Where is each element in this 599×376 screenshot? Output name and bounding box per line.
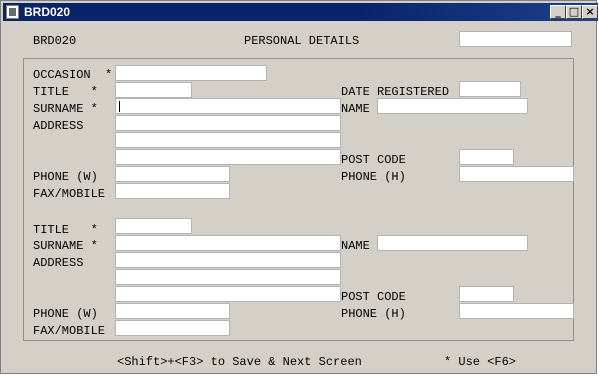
fax-2-label: FAX/MOBILE [33,324,106,338]
fax-2-field[interactable] [115,320,230,336]
address-label: ADDRESS [33,119,84,133]
post-code-field[interactable] [459,149,514,165]
occasion-field[interactable] [115,65,267,81]
address-2-line-2-field[interactable] [115,269,341,285]
phone-w-2-field[interactable] [115,303,230,319]
phone-w-field[interactable] [115,166,230,182]
surname-label: SURNAME * [33,102,98,116]
occasion-label: OCCASION * [33,68,113,82]
post-code-2-field[interactable] [459,286,514,302]
surname-2-label: SURNAME * [33,239,98,253]
address-line-1-field[interactable] [115,115,341,131]
save-hint: <Shift>+<F3> to Save & Next Screen [117,355,362,369]
name-field[interactable] [377,98,528,114]
phone-h-field[interactable] [459,166,574,182]
app-icon[interactable] [6,5,19,19]
surname-field[interactable] [115,98,341,114]
address-line-3-field[interactable] [115,149,341,165]
application-window: BRD020 _ □ × BRD020 PERSONAL DETAILS OCC… [0,0,598,374]
phone-w-label: PHONE (W) [33,170,98,184]
post-code-2-label: POST CODE [341,290,406,304]
close-button[interactable]: × [582,5,598,19]
date-registered-field[interactable] [459,81,521,97]
f6-hint: * Use <F6> [444,355,517,369]
name-label: NAME [341,102,370,116]
minimize-button[interactable]: _ [550,5,566,19]
fax-field[interactable] [115,183,230,199]
name-2-label: NAME [341,239,370,253]
title-bar[interactable]: BRD020 _ □ × [3,3,598,21]
address-line-2-field[interactable] [115,132,341,148]
phone-h-2-label: PHONE (H) [341,307,406,321]
text-cursor [119,101,120,112]
phone-h-label: PHONE (H) [341,170,406,184]
title-2-field[interactable] [115,218,192,234]
address-2-line-1-field[interactable] [115,252,341,268]
name-2-field[interactable] [377,235,528,251]
window-title: BRD020 [24,5,71,19]
address-2-label: ADDRESS [33,256,84,270]
form-code: BRD020 [33,34,77,48]
title-2-label: TITLE * [33,223,98,237]
phone-h-2-field[interactable] [459,303,574,319]
phone-w-2-label: PHONE (W) [33,307,98,321]
screen-title: PERSONAL DETAILS [244,34,360,48]
date-registered-label: DATE REGISTERED [341,85,450,99]
post-code-label: POST CODE [341,153,406,167]
restore-button[interactable]: □ [566,5,582,19]
address-2-line-3-field[interactable] [115,286,341,302]
title-label: TITLE * [33,85,98,99]
surname-2-field[interactable] [115,235,341,251]
header-field[interactable] [459,31,572,47]
fax-label: FAX/MOBILE [33,187,106,201]
title-field[interactable] [115,82,192,98]
